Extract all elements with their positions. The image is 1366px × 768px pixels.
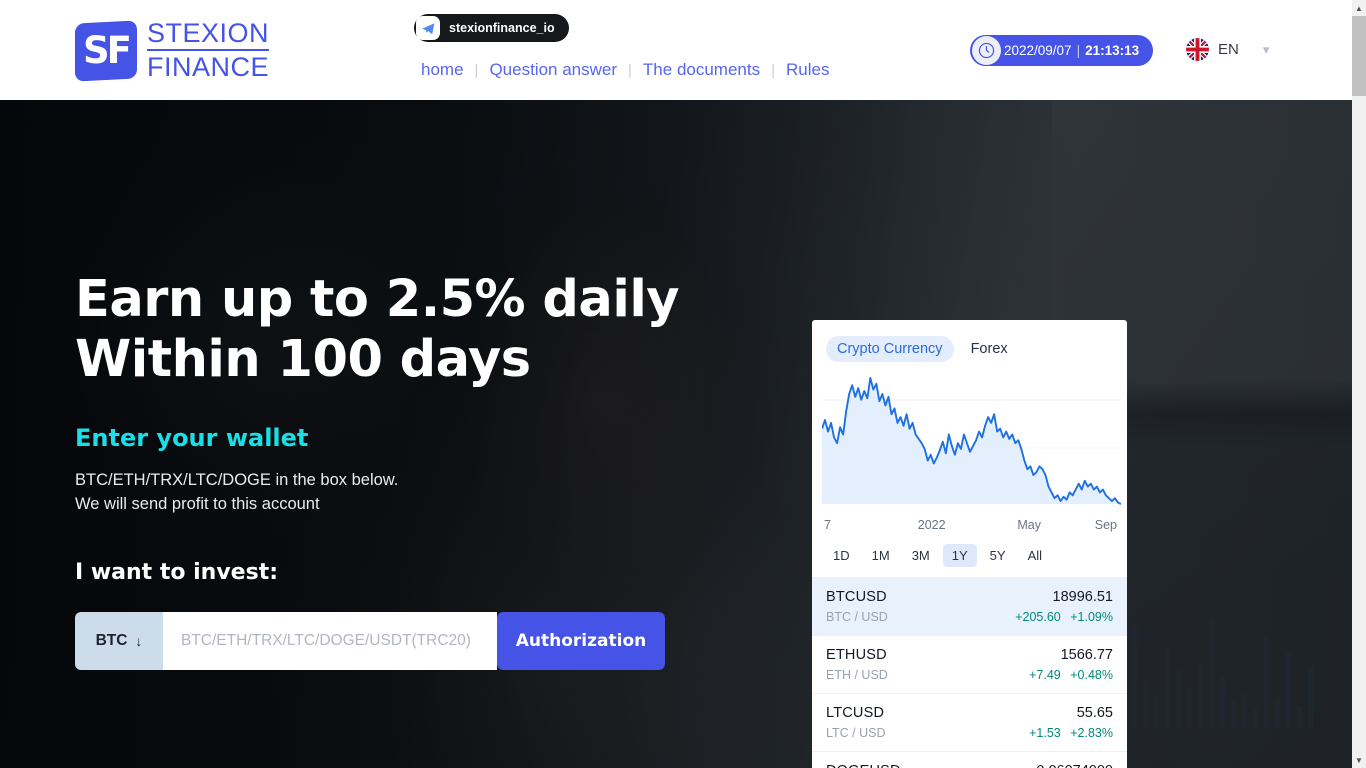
arrow-down-icon: ↓	[135, 633, 143, 650]
x-tick-2: May	[1017, 518, 1041, 532]
tradingview-widget: Crypto Currency Forex 7 2022 May Sep 1D …	[812, 320, 1127, 768]
hero-title-line-1: Earn up to 2.5% daily	[75, 270, 680, 329]
uk-flag-icon	[1186, 38, 1209, 61]
ticker-pair: ETH / USD	[826, 668, 888, 682]
logo-mark-text: SF	[83, 28, 129, 71]
chevron-down-icon[interactable]: ▾	[1263, 42, 1270, 58]
nav-item-rules[interactable]: Rules	[775, 60, 840, 80]
range-5y[interactable]: 5Y	[981, 544, 1015, 567]
ticker-price: 18996.51	[1052, 589, 1113, 605]
ticker-symbol: LTCUSD	[826, 705, 885, 721]
site-header: SF STEXION FINANCE stexionfinance_io hom…	[0, 0, 1352, 100]
chevron-up-icon[interactable]: ▲	[1352, 0, 1366, 16]
authorization-button[interactable]: Authorization	[497, 612, 665, 671]
chevron-down-icon[interactable]: ▼	[1352, 752, 1366, 768]
hero-body-line-2: We will send profit to this account	[75, 494, 320, 513]
hero-body-line-1: BTC/ETH/TRX/LTC/DOGE in the box below.	[75, 471, 399, 490]
range-1d[interactable]: 1D	[824, 544, 859, 567]
ticker-change-abs: +1.53	[1029, 726, 1061, 740]
clock-separator: |	[1076, 43, 1081, 58]
chart-x-axis: 7 2022 May Sep	[824, 518, 1117, 538]
logo-mark-icon: SF	[75, 19, 137, 82]
ticker-symbol: ETHUSD	[826, 647, 887, 663]
invest-label: I want to invest:	[75, 560, 279, 586]
language-code: EN	[1218, 41, 1239, 58]
ticker-change: +1.53 +2.83%	[1029, 726, 1113, 740]
range-1y[interactable]: 1Y	[942, 544, 977, 567]
page-root: SF STEXION FINANCE stexionfinance_io hom…	[0, 0, 1366, 768]
ticker-pair: BTC / USD	[826, 610, 888, 624]
tab-forex[interactable]: Forex	[960, 336, 1019, 362]
language-switcher[interactable]: EN ▾	[1186, 38, 1269, 61]
telegram-label: stexionfinance_io	[449, 21, 555, 35]
price-chart-svg	[822, 377, 1121, 505]
scrollbar-thumb[interactable]	[1352, 16, 1366, 96]
ticker-price: 55.65	[1076, 705, 1113, 721]
ticker-list: BTCUSD BTC / USD 18996.51 +205.60 +1.09%…	[812, 577, 1127, 768]
hero-content: Earn up to 2.5% daily Within 100 days En…	[75, 270, 680, 671]
ticker-change: +205.60 +1.09%	[1015, 610, 1113, 624]
ticker-pair: LTC / USD	[826, 726, 886, 740]
ticker-row-ltcusd[interactable]: LTCUSD LTC / USD 55.65 +1.53 +2.83%	[812, 694, 1127, 752]
site-logo[interactable]: SF STEXION FINANCE	[75, 19, 270, 82]
range-3m[interactable]: 3M	[903, 544, 939, 567]
ticker-change-pct: +2.83%	[1070, 726, 1113, 740]
hero-title: Earn up to 2.5% daily Within 100 days	[75, 270, 680, 390]
hero-accent-heading: Enter your wallet	[75, 424, 309, 453]
tab-crypto-currency[interactable]: Crypto Currency	[826, 336, 954, 362]
logo-line-2: FINANCE	[147, 52, 270, 82]
ticker-change-pct: +1.09%	[1070, 610, 1113, 624]
ticker-change-pct: +0.48%	[1070, 668, 1113, 682]
nav-item-question-answer[interactable]: Question answer	[478, 60, 628, 80]
hero-title-line-2: Within 100 days	[75, 330, 531, 390]
ticker-symbol: DOGEUSD	[826, 763, 901, 768]
ticker-price: 0.06074000	[999, 763, 1113, 768]
ticker-change-abs: +205.60	[1015, 610, 1061, 624]
range-1m[interactable]: 1M	[863, 544, 899, 567]
invest-form: BTC ↓ Authorization	[75, 612, 665, 671]
price-chart[interactable]	[822, 374, 1121, 514]
nav-item-home[interactable]: home	[410, 60, 475, 80]
coin-select[interactable]: BTC ↓	[75, 612, 163, 671]
ticker-change-abs: +7.49	[1029, 668, 1061, 682]
wallet-input[interactable]	[163, 612, 497, 671]
server-date: 2022/09/07	[1004, 43, 1072, 58]
widget-market-tabs: Crypto Currency Forex	[812, 320, 1127, 370]
page-scrollbar[interactable]: ▲ ▼	[1352, 0, 1366, 768]
ticker-price: 1566.77	[1060, 647, 1113, 663]
ticker-row-dogeusd[interactable]: DOGEUSD DOGE / USD 0.06074000 +0.0017900…	[812, 752, 1127, 768]
logo-line-1: STEXION	[147, 20, 270, 51]
ticker-row-btcusd[interactable]: BTCUSD BTC / USD 18996.51 +205.60 +1.09%	[812, 578, 1127, 636]
hero-section: Earn up to 2.5% daily Within 100 days En…	[0, 100, 1352, 768]
x-tick-0: 7	[824, 518, 831, 532]
clock-icon	[972, 36, 1001, 65]
telegram-badge[interactable]: stexionfinance_io	[414, 14, 569, 42]
range-all[interactable]: All	[1019, 544, 1051, 567]
ticker-row-ethusd[interactable]: ETHUSD ETH / USD 1566.77 +7.49 +0.48%	[812, 636, 1127, 694]
coin-select-value: BTC	[95, 632, 128, 650]
x-tick-3: Sep	[1094, 518, 1117, 532]
main-nav: home | Question answer | The documents |…	[410, 60, 840, 80]
telegram-icon	[416, 16, 440, 40]
chart-range-selector: 1D 1M 3M 1Y 5Y All	[812, 538, 1127, 577]
ticker-change: +7.49 +0.48%	[1029, 668, 1113, 682]
nav-item-the-documents[interactable]: The documents	[632, 60, 771, 80]
logo-wordmark: STEXION FINANCE	[147, 20, 270, 82]
hero-body-text: BTC/ETH/TRX/LTC/DOGE in the box below. W…	[75, 469, 679, 516]
ticker-symbol: BTCUSD	[826, 589, 887, 605]
server-time: 21:13:13	[1085, 43, 1140, 58]
x-tick-1: 2022	[917, 518, 946, 532]
